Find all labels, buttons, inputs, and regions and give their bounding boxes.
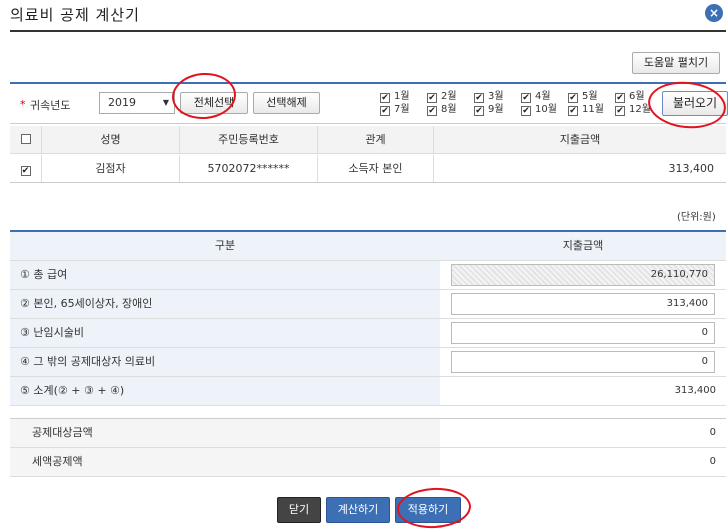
other-dependents-input[interactable]: 0 bbox=[451, 351, 715, 373]
row-checkbox[interactable]: ✔ bbox=[10, 155, 42, 182]
calculate-button[interactable]: 계산하기 bbox=[326, 497, 390, 523]
result-row-deductible: 공제대상금액 0 bbox=[10, 419, 726, 448]
month-checkbox-12[interactable]: ✔ 12월 bbox=[615, 104, 662, 117]
checkbox-checked-icon: ✔ bbox=[427, 93, 437, 103]
filter-bar: * 귀속년도 2019 ▼ 전체선택 선택해제 ✔ 1월 ✔ 2월 ✔ 3월 ✔ 4월 ✔ 5월 ✔… bbox=[10, 82, 728, 124]
people-table-header: 성명 주민등록번호 관계 지출금액 bbox=[10, 126, 726, 154]
month-label: 10월 bbox=[535, 104, 557, 115]
calc-label: ④ 그 밖의 공제대상자 의료비 bbox=[10, 348, 440, 376]
month-label: 4월 bbox=[535, 91, 551, 102]
calc-label: ⑤ 소계(② + ③ + ④) bbox=[10, 377, 440, 405]
required-mark: * bbox=[20, 98, 26, 111]
year-label: 귀속년도 bbox=[30, 99, 71, 112]
month-label: 7월 bbox=[394, 104, 410, 115]
month-label: 9월 bbox=[488, 104, 504, 115]
result-label: 세액공제액 bbox=[10, 448, 440, 476]
checkbox-checked-icon: ✔ bbox=[380, 106, 390, 116]
month-checkbox-10[interactable]: ✔ 10월 bbox=[521, 104, 568, 117]
month-checkbox-3[interactable]: ✔ 3월 bbox=[474, 91, 521, 104]
month-label: 12월 bbox=[629, 104, 651, 115]
person-name: 김점자 bbox=[42, 155, 180, 182]
result-label: 공제대상금액 bbox=[10, 419, 440, 447]
calc-header-amount: 지출금액 bbox=[440, 232, 726, 260]
deductible-value: 0 bbox=[709, 427, 716, 438]
month-checkbox-2[interactable]: ✔ 2월 bbox=[427, 91, 474, 104]
checkbox-checked-icon: ✔ bbox=[615, 93, 625, 103]
column-header-id: 주민등록번호 bbox=[180, 126, 318, 153]
result-row-tax-credit: 세액공제액 0 bbox=[10, 448, 726, 477]
self-elderly-disabled-input[interactable]: 313,400 bbox=[451, 293, 715, 315]
checkbox-checked-icon: ✔ bbox=[380, 93, 390, 103]
close-icon[interactable]: × bbox=[705, 4, 723, 22]
year-value: 2019 bbox=[108, 96, 136, 109]
checkbox-checked-icon: ✔ bbox=[615, 106, 625, 116]
select-all-button[interactable]: 전체선택 bbox=[180, 92, 248, 114]
unit-label: (단위:원) bbox=[677, 212, 716, 223]
tax-credit-value: 0 bbox=[709, 456, 716, 467]
total-salary-field: 26,110,770 bbox=[451, 264, 715, 286]
calc-label: ③ 난임시술비 bbox=[10, 319, 440, 347]
calc-row-total-salary: ① 총 급여 26,110,770 bbox=[10, 261, 726, 290]
calc-row-other-dependents: ④ 그 밖의 공제대상자 의료비 0 bbox=[10, 348, 726, 377]
calc-label: ② 본인, 65세이상자, 장애인 bbox=[10, 290, 440, 318]
checkbox-checked-icon: ✔ bbox=[474, 106, 484, 116]
calc-row-infertility: ③ 난임시술비 0 bbox=[10, 319, 726, 348]
column-header-name: 성명 bbox=[42, 126, 180, 153]
month-label: 11월 bbox=[582, 104, 604, 115]
month-checkbox-11[interactable]: ✔ 11월 bbox=[568, 104, 615, 117]
checkbox-checked-icon: ✔ bbox=[521, 93, 531, 103]
calc-row-self-elderly-disabled: ② 본인, 65세이상자, 장애인 313,400 bbox=[10, 290, 726, 319]
checkbox-checked-icon: ✔ bbox=[521, 106, 531, 116]
person-relation: 소득자 본인 bbox=[318, 155, 434, 182]
month-checkbox-5[interactable]: ✔ 5월 bbox=[568, 91, 615, 104]
dialog-title: 의료비 공제 계산기 bbox=[10, 6, 140, 24]
checkbox-checked-icon: ✔ bbox=[20, 166, 31, 176]
month-checkbox-8[interactable]: ✔ 8월 bbox=[427, 104, 474, 117]
load-button[interactable]: 불러오기 bbox=[662, 91, 728, 116]
calc-header-category: 구분 bbox=[10, 232, 440, 260]
calc-label: ① 총 급여 bbox=[10, 261, 440, 289]
person-amount: 313,400 bbox=[668, 162, 715, 175]
chevron-down-icon: ▼ bbox=[162, 98, 169, 107]
month-label: 6월 bbox=[629, 91, 645, 102]
table-row[interactable]: ✔ 김점자 5702072****** 소득자 본인 313,400 bbox=[10, 155, 726, 183]
year-select[interactable]: 2019 ▼ bbox=[99, 92, 175, 114]
month-label: 5월 bbox=[582, 91, 598, 102]
month-checkbox-4[interactable]: ✔ 4월 bbox=[521, 91, 568, 104]
month-checkbox-9[interactable]: ✔ 9월 bbox=[474, 104, 521, 117]
close-button[interactable]: 닫기 bbox=[277, 497, 321, 523]
month-label: 8월 bbox=[441, 104, 457, 115]
title-divider bbox=[10, 30, 726, 32]
checkbox-checked-icon: ✔ bbox=[427, 106, 437, 116]
checkbox-checked-icon: ✔ bbox=[474, 93, 484, 103]
calc-table: 구분 지출금액 ① 총 급여 26,110,770 ② 본인, 65세이상자, … bbox=[10, 230, 726, 406]
person-id-number: 5702072****** bbox=[180, 155, 318, 182]
month-label: 3월 bbox=[488, 91, 504, 102]
checkbox-checked-icon: ✔ bbox=[568, 93, 578, 103]
checkbox-checked-icon: ✔ bbox=[568, 106, 578, 116]
column-header-relation: 관계 bbox=[318, 126, 434, 153]
apply-button[interactable]: 적용하기 bbox=[395, 497, 461, 523]
month-checkbox-1[interactable]: ✔ 1월 bbox=[380, 91, 427, 104]
subtotal-value: 313,400 bbox=[674, 385, 716, 396]
month-checkbox-7[interactable]: ✔ 7월 bbox=[380, 104, 427, 117]
help-button[interactable]: 도움말 펼치기 bbox=[632, 52, 720, 74]
deselect-button[interactable]: 선택해제 bbox=[253, 92, 320, 114]
infertility-input[interactable]: 0 bbox=[451, 322, 715, 344]
column-header-amount: 지출금액 bbox=[559, 133, 601, 146]
checkbox-icon bbox=[20, 134, 31, 144]
calc-header-row: 구분 지출금액 bbox=[10, 232, 726, 261]
month-label: 2월 bbox=[441, 91, 457, 102]
month-label: 1월 bbox=[394, 91, 410, 102]
result-table: 공제대상금액 0 세액공제액 0 bbox=[10, 418, 726, 477]
calc-row-subtotal: ⑤ 소계(② + ③ + ④) 313,400 bbox=[10, 377, 726, 406]
select-all-checkbox[interactable] bbox=[10, 126, 42, 153]
month-checkbox-6[interactable]: ✔ 6월 bbox=[615, 91, 662, 104]
